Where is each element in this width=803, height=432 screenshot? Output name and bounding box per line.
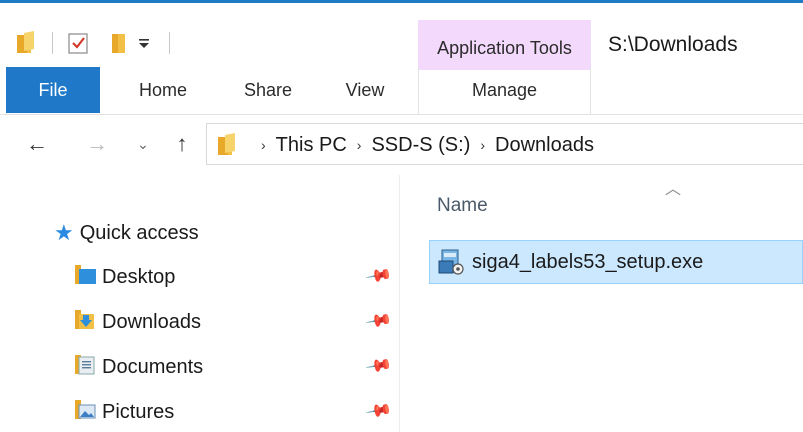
tab-share[interactable]: Share [228, 67, 308, 115]
sidebar-item-label: Desktop [102, 265, 176, 288]
navigation-pane: ★ Quick access Desktop 📌 Downloads 📌 Doc… [0, 175, 400, 432]
sidebar-item-desktop[interactable]: Desktop [72, 262, 175, 292]
file-row[interactable]: siga4_labels53_setup.exe [429, 240, 803, 284]
sort-ascending-icon: ︿ [665, 181, 682, 198]
title-bar: Application Tools S:\Downloads [0, 3, 803, 70]
sidebar-item-label: Downloads [102, 310, 201, 333]
forward-button[interactable]: → [82, 129, 112, 159]
star-icon: ★ [54, 220, 74, 245]
installer-exe-icon [436, 247, 466, 277]
customize-dropdown-icon[interactable] [131, 30, 157, 56]
breadcrumb-downloads[interactable]: Downloads [495, 134, 594, 157]
sidebar-item-pictures[interactable]: Pictures [72, 397, 174, 427]
quick-access-label: Quick access [79, 221, 199, 244]
tab-home[interactable]: Home [122, 67, 204, 115]
navigation-bar: ← → ⌄ ↑ › This PC › SSD-S (S:) › Downloa… [0, 115, 803, 175]
documents-folder-icon [72, 351, 98, 383]
folder-icon[interactable] [14, 30, 40, 56]
breadcrumb-drive[interactable]: SSD-S (S:) [371, 134, 470, 157]
pin-icon[interactable]: 📌 [364, 352, 393, 381]
tab-manage[interactable]: Manage [418, 67, 591, 115]
back-button[interactable]: ← [22, 129, 52, 159]
quick-access-toolbar [14, 29, 182, 57]
breadcrumb-this-pc[interactable]: This PC [276, 134, 347, 157]
pin-icon[interactable]: 📌 [364, 397, 393, 426]
breadcrumb: › This PC › SSD-S (S:) › Downloads [251, 124, 594, 166]
properties-check-icon[interactable] [65, 30, 91, 56]
column-header-name[interactable]: Name [437, 195, 488, 217]
pictures-folder-icon [72, 396, 98, 428]
pin-icon[interactable]: 📌 [364, 307, 393, 336]
sidebar-item-downloads[interactable]: Downloads [72, 307, 201, 337]
file-list: ︿ Name siga4_labels53_setup.exe [401, 175, 803, 432]
breadcrumb-separator[interactable]: › [480, 137, 485, 153]
sidebar-item-documents[interactable]: Documents [72, 352, 203, 382]
address-bar[interactable]: › This PC › SSD-S (S:) › Downloads [206, 123, 803, 165]
folder-icon [215, 132, 241, 158]
toolbar-separator [52, 32, 53, 54]
sidebar-item-label: Documents [102, 355, 204, 378]
downloads-folder-icon [72, 306, 98, 338]
pin-icon[interactable]: 📌 [364, 262, 393, 291]
ribbon-tabs: File Home Share View Manage [0, 67, 803, 115]
new-folder-icon[interactable] [105, 30, 131, 56]
window-title: S:\Downloads [608, 33, 738, 56]
up-button[interactable]: ↑ [168, 129, 196, 159]
tab-file[interactable]: File [6, 67, 100, 113]
recent-locations-button[interactable]: ⌄ [132, 129, 154, 159]
toolbar-separator [169, 32, 170, 54]
breadcrumb-separator[interactable]: › [261, 137, 266, 153]
breadcrumb-separator[interactable]: › [357, 137, 362, 153]
context-tab-header: Application Tools [418, 20, 591, 70]
sidebar-item-label: Pictures [102, 400, 175, 423]
file-name: siga4_labels53_setup.exe [472, 250, 704, 273]
tab-view[interactable]: View [328, 67, 402, 115]
quick-access-item[interactable]: ★ Quick access [54, 219, 199, 247]
context-tab-label: Application Tools [437, 38, 572, 58]
desktop-folder-icon [72, 261, 98, 293]
